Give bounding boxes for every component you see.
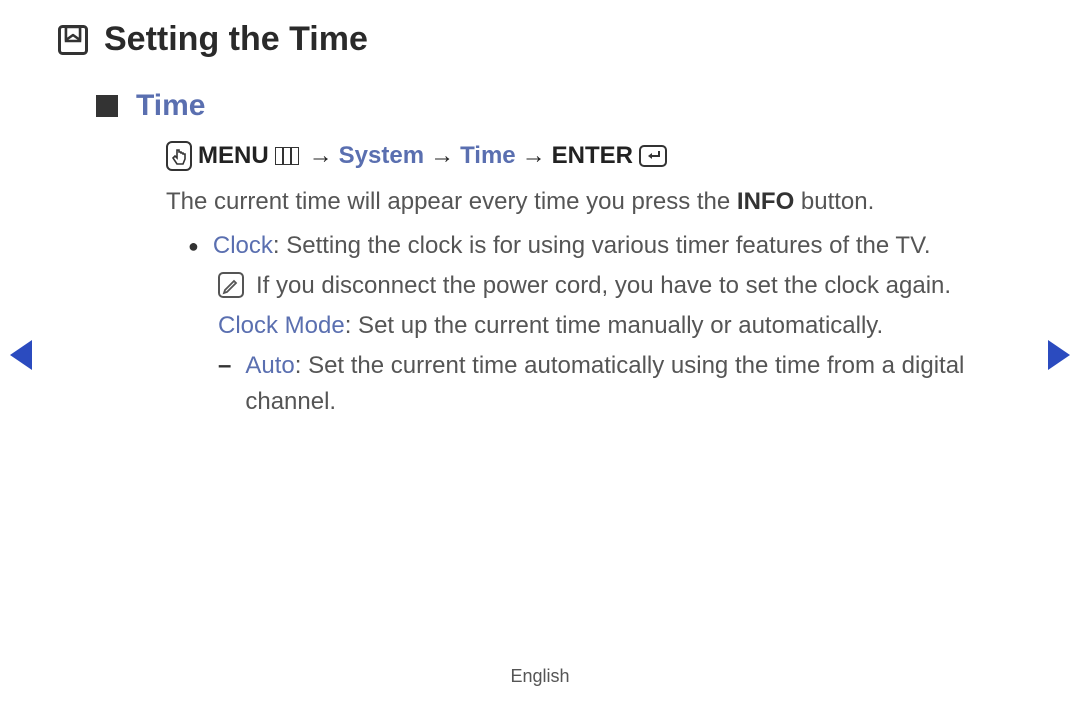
clock-desc: : Setting the clock is for using various… <box>273 232 931 259</box>
breadcrumb: MENU → System → Time → ENTER <box>166 141 1020 171</box>
bullet-icon: ● <box>188 228 199 264</box>
menu-grid-icon <box>275 147 299 165</box>
breadcrumb-menu: MENU <box>198 142 269 170</box>
nav-next-button[interactable] <box>1048 340 1070 370</box>
breadcrumb-system: System <box>339 142 424 170</box>
section-heading-text: Time <box>136 89 205 123</box>
dash-icon: – <box>218 348 231 420</box>
bullet-list: ● Clock: Setting the clock is for using … <box>188 228 1020 420</box>
manual-page: Setting the Time Time MENU → System → Ti… <box>0 0 1080 420</box>
enter-return-icon <box>639 145 667 167</box>
breadcrumb-enter: ENTER <box>552 142 633 170</box>
note-text: If you disconnect the power cord, you ha… <box>256 272 951 299</box>
page-title-text: Setting the Time <box>104 20 368 59</box>
note-row: If you disconnect the power cord, you ha… <box>218 268 1020 304</box>
intro-post: button. <box>794 188 874 215</box>
breadcrumb-time: Time <box>460 142 516 170</box>
list-item: ● Clock: Setting the clock is for using … <box>188 228 1020 264</box>
note-pencil-icon <box>218 272 244 298</box>
auto-label: Auto <box>245 352 294 379</box>
breadcrumb-arrow: → <box>309 142 333 170</box>
intro-bold: INFO <box>737 188 794 215</box>
clockmode-label: Clock Mode <box>218 312 345 339</box>
nav-previous-button[interactable] <box>10 340 32 370</box>
breadcrumb-arrow: → <box>522 142 546 170</box>
clockmode-desc: : Set up the current time manually or au… <box>345 312 883 339</box>
list-item: – Auto: Set the current time automatical… <box>218 348 1020 420</box>
intro-text: The current time will appear every time … <box>166 185 1020 220</box>
footer-language: English <box>0 666 1080 687</box>
list-item: Clock Mode: Set up the current time manu… <box>218 308 1020 344</box>
hand-tap-icon <box>166 141 192 171</box>
square-bullet-icon <box>96 95 118 117</box>
clock-label: Clock <box>213 232 273 259</box>
section-heading: Time <box>60 89 1020 123</box>
breadcrumb-arrow: → <box>430 142 454 170</box>
page-title: Setting the Time <box>58 20 1020 59</box>
intro-pre: The current time will appear every time … <box>166 188 737 215</box>
bookmark-square-icon <box>58 25 88 55</box>
auto-desc: : Set the current time automatically usi… <box>245 352 964 415</box>
